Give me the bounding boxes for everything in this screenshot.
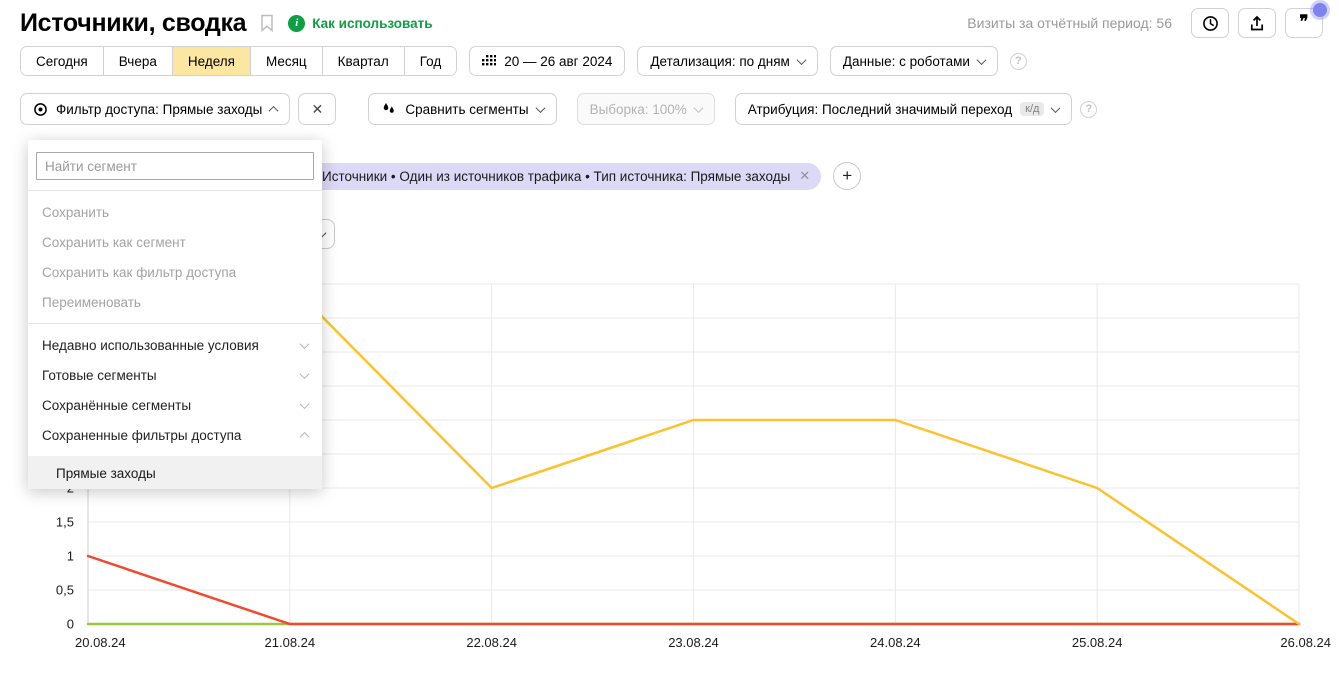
add-segment-button[interactable]: + <box>833 162 861 190</box>
segment-dropdown: Сохранить Сохранить как сегмент Сохранит… <box>28 140 322 489</box>
access-filter-button[interactable]: Фильтр доступа: Прямые заходы <box>20 93 290 125</box>
dropdown-item-save[interactable]: Сохранить <box>28 197 322 227</box>
attribution-badge: к/д <box>1020 102 1044 116</box>
dropdown-section-ready-segments[interactable]: Готовые сегменты <box>28 360 322 390</box>
chip-close-icon[interactable]: ✕ <box>799 168 810 184</box>
svg-text:20.08.24: 20.08.24 <box>75 635 126 650</box>
sampling-button: Выборка: 100% <box>577 93 715 125</box>
svg-text:1: 1 <box>67 549 74 564</box>
tab-month[interactable]: Месяц <box>250 47 322 75</box>
chevron-down-icon <box>976 55 986 65</box>
dropdown-item-rename[interactable]: Переименовать <box>28 287 322 317</box>
dropdown-section-recent-conditions[interactable]: Недавно использованные условия <box>28 330 322 360</box>
page-title: Источники, сводка <box>20 9 246 38</box>
access-filter-label: Фильтр доступа: Прямые заходы <box>56 102 262 117</box>
svg-text:21.08.24: 21.08.24 <box>265 635 316 650</box>
tab-today[interactable]: Сегодня <box>21 47 103 75</box>
svg-text:26.08.24: 26.08.24 <box>1280 635 1331 650</box>
help-icon[interactable]: ? <box>1010 53 1027 70</box>
dropdown-item-direct-visits[interactable]: Прямые заходы <box>28 456 322 489</box>
detalization-button[interactable]: Детализация: по дням <box>637 46 817 76</box>
svg-text:23.08.24: 23.08.24 <box>668 635 719 650</box>
chevron-down-icon <box>300 369 310 379</box>
notification-badge <box>1313 3 1327 17</box>
page-header: Источники, сводка i Как использовать Виз… <box>0 0 1339 34</box>
chevron-down-icon <box>796 55 806 65</box>
data-mode-label: Данные: с роботами <box>843 54 970 69</box>
svg-text:1,5: 1,5 <box>56 515 74 530</box>
clear-filter-button[interactable]: ✕ <box>298 93 336 125</box>
chevron-down-icon <box>1051 103 1061 113</box>
drops-icon <box>381 102 397 117</box>
segment-chip[interactable]: Источники • Один из источников трафика •… <box>310 163 821 190</box>
segment-chip-label: Источники • Один из источников трафика •… <box>322 169 790 184</box>
chevron-up-icon <box>300 431 310 441</box>
dropdown-sections: Недавно использованные условия Готовые с… <box>28 324 322 456</box>
chevron-down-icon <box>300 339 310 349</box>
tab-quarter[interactable]: Квартал <box>322 47 404 75</box>
dropdown-section-saved-access-filters[interactable]: Сохраненные фильтры доступа <box>28 420 322 450</box>
how-to-use-label: Как использовать <box>312 16 432 31</box>
svg-text:24.08.24: 24.08.24 <box>870 635 921 650</box>
bookmark-icon[interactable] <box>260 14 274 32</box>
history-button[interactable] <box>1191 8 1229 38</box>
period-tabs: Сегодня Вчера Неделя Месяц Квартал Год <box>20 46 457 76</box>
clock-icon <box>1202 15 1219 32</box>
filter-controls-row: Фильтр доступа: Прямые заходы ✕ Сравнить… <box>0 93 1339 125</box>
svg-text:25.08.24: 25.08.24 <box>1072 635 1123 650</box>
section-label: Готовые сегменты <box>42 368 157 383</box>
chevron-down-icon <box>300 399 310 409</box>
attribution-label: Атрибуция: Последний значимый переход <box>748 102 1012 117</box>
dropdown-section-saved-segments[interactable]: Сохранённые сегменты <box>28 390 322 420</box>
compare-segments-button[interactable]: Сравнить сегменты <box>368 93 556 125</box>
date-range-label: 20 — 26 авг 2024 <box>504 54 612 69</box>
target-icon <box>33 102 48 117</box>
comments-icon: ❞ <box>1299 13 1308 30</box>
svg-text:0: 0 <box>67 617 74 632</box>
how-to-use-link[interactable]: i Как использовать <box>288 15 432 32</box>
segment-search-input[interactable] <box>36 152 314 180</box>
dropdown-actions: Сохранить Сохранить как сегмент Сохранит… <box>28 191 322 323</box>
dropdown-search-wrap <box>28 140 322 190</box>
help-icon[interactable]: ? <box>1080 101 1097 118</box>
export-button[interactable] <box>1238 8 1276 38</box>
chevron-down-icon <box>693 103 703 113</box>
section-label: Сохранённые сегменты <box>42 398 191 413</box>
data-mode-button[interactable]: Данные: с роботами <box>830 46 998 76</box>
info-icon: i <box>288 15 305 32</box>
period-controls-row: Сегодня Вчера Неделя Месяц Квартал Год 2… <box>0 46 1339 76</box>
feedback-button[interactable]: ❞ <box>1285 8 1323 38</box>
svg-text:0,5: 0,5 <box>56 583 74 598</box>
tab-yesterday[interactable]: Вчера <box>103 47 172 75</box>
chevron-up-icon <box>269 105 279 115</box>
calendar-grid-icon <box>482 55 496 67</box>
sampling-label: Выборка: 100% <box>590 102 687 117</box>
attribution-button[interactable]: Атрибуция: Последний значимый переход к/… <box>735 93 1073 125</box>
section-label: Недавно использованные условия <box>42 338 259 353</box>
svg-text:22.08.24: 22.08.24 <box>466 635 517 650</box>
date-range-button[interactable]: 20 — 26 авг 2024 <box>469 46 625 76</box>
tab-week[interactable]: Неделя <box>172 47 250 75</box>
compare-segments-label: Сравнить сегменты <box>405 102 528 117</box>
section-label: Сохраненные фильтры доступа <box>42 428 241 443</box>
visits-summary: Визиты за отчётный период: 56 <box>967 15 1172 31</box>
detalization-label: Детализация: по дням <box>650 54 789 69</box>
dropdown-item-save-as-segment[interactable]: Сохранить как сегмент <box>28 227 322 257</box>
chevron-down-icon <box>535 103 545 113</box>
tab-year[interactable]: Год <box>404 47 457 75</box>
segment-chip-row: Источники • Один из источников трафика •… <box>310 162 861 190</box>
dropdown-item-save-as-access-filter[interactable]: Сохранить как фильтр доступа <box>28 257 322 287</box>
upload-icon <box>1249 15 1265 32</box>
